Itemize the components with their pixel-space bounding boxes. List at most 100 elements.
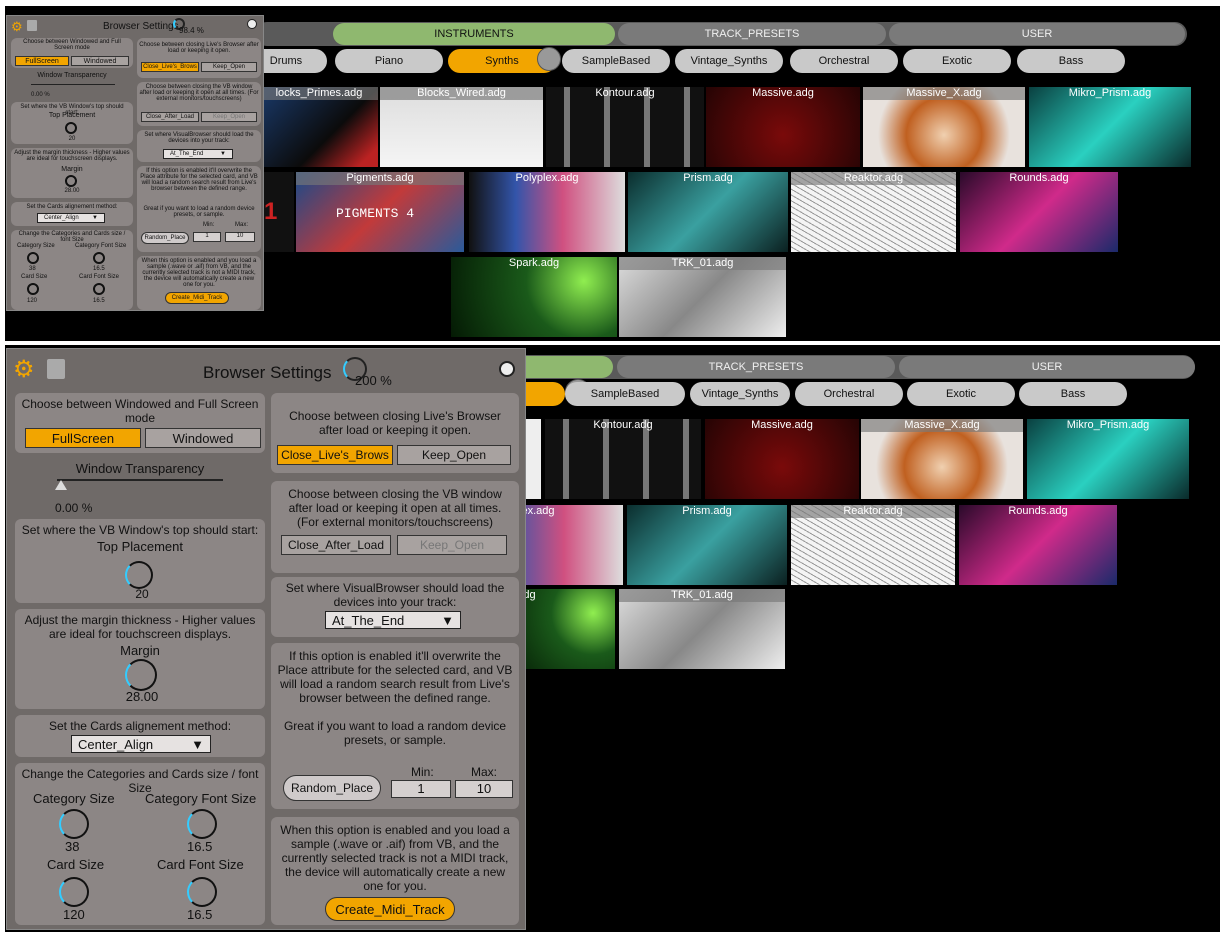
card-pigments[interactable]: Pigments.adg PIGMENTS 4	[296, 172, 464, 252]
top-placement-label: Top Placement	[48, 112, 96, 119]
card-blocks-wired[interactable]: Blocks_Wired.adg	[380, 87, 543, 167]
vb-window-text: Choose between closing the VB window aft…	[288, 487, 502, 529]
midi-track-text: When this option is enabled and you load…	[141, 258, 257, 288]
top-placement-knob[interactable]	[125, 561, 153, 589]
category-size-knob[interactable]	[59, 809, 89, 839]
subtab-orchestral[interactable]: Orchestral	[790, 49, 898, 73]
card-reaktor[interactable]: Reaktor.adg	[791, 172, 956, 252]
card-mikro-prism[interactable]: Mikro_Prism.adg	[1027, 419, 1189, 499]
card-prism[interactable]: Prism.adg	[627, 505, 787, 585]
card-blocks-primes[interactable]: locks_Primes.adg	[260, 87, 378, 167]
subtab-exotic[interactable]: Exotic	[903, 49, 1011, 73]
card-label: Prism.adg	[682, 505, 732, 517]
min-value-field[interactable]: 1	[193, 232, 221, 242]
subtab-vintage-synths[interactable]: Vintage_Synths	[690, 382, 790, 406]
subtab-bass[interactable]: Bass	[1017, 49, 1125, 73]
card-mikro-prism[interactable]: Mikro_Prism.adg	[1029, 87, 1191, 167]
gear-icon[interactable]: ⚙	[13, 355, 35, 384]
card-trk01[interactable]: TRK_01.adg	[619, 589, 785, 669]
tab-user[interactable]: USER	[899, 356, 1195, 378]
save-icon[interactable]	[27, 20, 37, 31]
subtab-bass[interactable]: Bass	[1019, 382, 1127, 406]
load-position-text: Set where VisualBrowser should load the …	[285, 581, 505, 609]
card-font-knob[interactable]	[187, 877, 217, 907]
max-value-field[interactable]: 10	[455, 780, 513, 798]
margin-knob[interactable]	[65, 175, 77, 187]
card-trk01[interactable]: TRK_01.adg	[619, 257, 786, 337]
keep-open-vb-button[interactable]: Keep_Open	[397, 535, 507, 555]
card-polyplex[interactable]: Polyplex.adg	[469, 172, 625, 252]
windowed-button[interactable]: Windowed	[145, 428, 261, 448]
align-dropdown[interactable]: Center_Align ▼	[71, 735, 211, 753]
category-font-label: Category Font Size	[145, 791, 257, 806]
margin-label: Margin	[61, 166, 83, 173]
keep-open-button[interactable]: Keep_Open	[201, 62, 257, 72]
card-partial-red[interactable]: 1	[260, 172, 294, 252]
card-rounds[interactable]: Rounds.adg	[960, 172, 1118, 252]
slider-thumb-icon[interactable]	[55, 480, 67, 490]
card-massive-x[interactable]: Massive_X.adg	[861, 419, 1023, 499]
chevron-down-icon: ▼	[92, 215, 98, 221]
card-size-value: 120	[27, 298, 38, 304]
card-prism[interactable]: Prism.adg	[628, 172, 788, 252]
load-position-text: Set where VisualBrowser should load the …	[144, 132, 254, 144]
random-place-button[interactable]: Random_Place	[141, 232, 189, 244]
margin-value: 28.00	[64, 188, 80, 194]
random-place-button[interactable]: Random_Place	[283, 775, 381, 801]
transparency-slider[interactable]	[31, 84, 115, 85]
transparency-value: 0.00 %	[31, 92, 50, 98]
card-label: Massive.adg	[751, 419, 813, 431]
close-live-browser-button[interactable]: Close_Live's_Brows	[277, 445, 393, 465]
gear-icon[interactable]: ⚙	[11, 19, 23, 35]
keep-open-button[interactable]: Keep_Open	[397, 445, 511, 465]
subtab-vintage-synths[interactable]: Vintage_Synths	[675, 49, 783, 73]
tab-instruments[interactable]: INSTRUMENTS	[333, 23, 615, 45]
subtab-samplebased[interactable]: SampleBased	[562, 49, 670, 73]
card-label: Mikro_Prism.adg	[1068, 87, 1152, 99]
close-live-browser-button[interactable]: Close_Live's_Brows	[141, 62, 199, 72]
tab-track-presets[interactable]: TRACK_PRESETS	[618, 23, 886, 45]
midi-track-text: When this option is enabled and you load…	[280, 823, 510, 893]
card-reaktor[interactable]: Reaktor.adg	[791, 505, 955, 585]
subtab-exotic[interactable]: Exotic	[907, 382, 1015, 406]
subtab-orchestral[interactable]: Orchestral	[795, 382, 903, 406]
min-value-field[interactable]: 1	[391, 780, 451, 798]
subtab-samplebased[interactable]: SampleBased	[565, 382, 685, 406]
save-icon[interactable]	[47, 359, 65, 379]
transparency-value: 0.00 %	[55, 501, 93, 515]
tab-user[interactable]: USER	[889, 23, 1185, 45]
card-massive-x[interactable]: Massive_X.adg	[863, 87, 1025, 167]
category-font-knob[interactable]	[187, 809, 217, 839]
align-dropdown[interactable]: Center_Align ▼	[37, 213, 105, 223]
load-position-dropdown[interactable]: At_The_End ▼	[163, 149, 233, 159]
transparency-slider[interactable]	[57, 479, 223, 481]
card-size-knob[interactable]	[27, 283, 39, 295]
keep-open-vb-button[interactable]: Keep_Open	[201, 112, 257, 122]
card-massive[interactable]: Massive.adg	[706, 87, 860, 167]
subtab-piano[interactable]: Piano	[335, 49, 443, 73]
card-kontour[interactable]: Kontour.adg	[546, 87, 704, 167]
card-massive[interactable]: Massive.adg	[705, 419, 859, 499]
collapse-icon[interactable]	[499, 361, 515, 377]
create-midi-track-button[interactable]: Create_Midi_Track	[165, 292, 229, 304]
collapse-icon[interactable]	[247, 19, 257, 29]
card-kontour[interactable]: Kontour.adg	[545, 419, 701, 499]
max-value-field[interactable]: 10	[225, 232, 255, 242]
fullscreen-button[interactable]: FullScreen	[15, 56, 69, 66]
fullscreen-button[interactable]: FullScreen	[25, 428, 141, 448]
category-size-knob[interactable]	[27, 252, 39, 264]
tab-track-presets[interactable]: TRACK_PRESETS	[617, 356, 895, 378]
create-midi-track-button[interactable]: Create_Midi_Track	[325, 897, 455, 921]
windowed-button[interactable]: Windowed	[71, 56, 129, 66]
top-placement-knob[interactable]	[65, 122, 77, 134]
card-spark[interactable]: Spark.adg	[451, 257, 617, 337]
close-after-load-button[interactable]: Close_After_Load	[281, 535, 391, 555]
load-position-dropdown[interactable]: At_The_End ▼	[325, 611, 461, 629]
card-size-knob[interactable]	[59, 877, 89, 907]
top-settings-panel: ⚙ Browser Settings 98.4 % Choose between…	[6, 15, 264, 311]
card-font-knob[interactable]	[93, 283, 105, 295]
category-font-knob[interactable]	[93, 252, 105, 264]
close-after-load-button[interactable]: Close_After_Load	[141, 112, 199, 122]
margin-knob[interactable]	[125, 659, 157, 691]
card-rounds[interactable]: Rounds.adg	[959, 505, 1117, 585]
